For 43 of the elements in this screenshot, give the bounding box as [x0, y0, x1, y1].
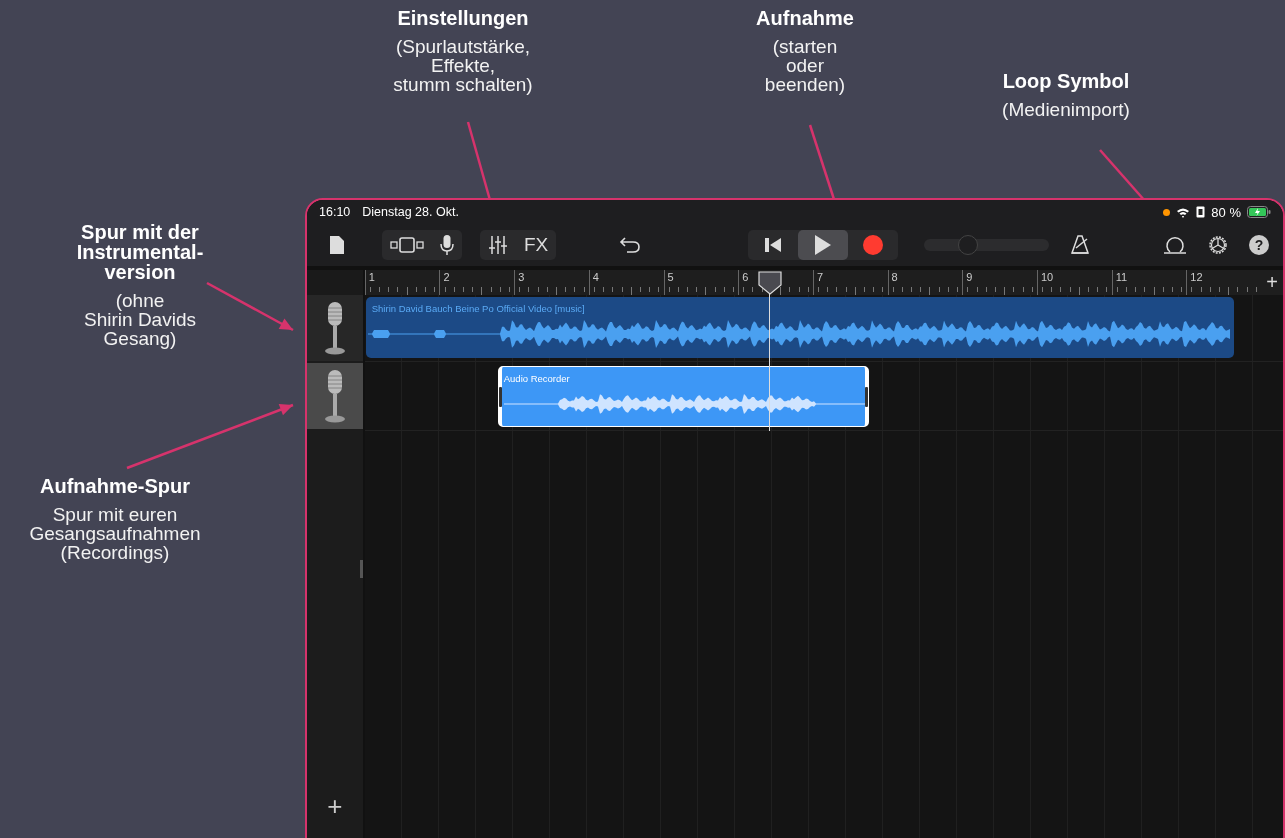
bar-number: 8	[891, 271, 898, 283]
region-name: Audio Recorder	[503, 373, 570, 384]
region-name: Shirin David Bauch Beine Po Official Video [music]	[371, 303, 585, 314]
bar-number: 11	[1115, 271, 1128, 283]
battery-percent: 80 %	[1211, 204, 1241, 220]
bar-number: 12	[1190, 271, 1203, 283]
microphone-icon	[323, 369, 346, 423]
callout-text: Spur mit euren Gesangsaufnahmen (Recordings)	[29, 505, 201, 562]
play-icon[interactable]	[798, 230, 849, 260]
bar-number: 10	[1040, 271, 1054, 283]
volume-thumb[interactable]	[958, 235, 979, 255]
bar-number: 1	[368, 271, 375, 283]
callout-title: Loop Symbol	[1002, 71, 1130, 91]
bar-number: 5	[667, 271, 674, 283]
callout-text: (starten oder beenden)	[764, 37, 846, 94]
trim-handle[interactable]	[864, 387, 868, 407]
bar-number: 6	[742, 271, 749, 283]
trim-handle[interactable]	[498, 387, 502, 407]
callout-title: Aufnahme	[756, 8, 854, 28]
callout-title: Spur mit der Instrumental- version	[76, 222, 204, 282]
bar-number: 4	[592, 271, 599, 283]
callout-title: Einstellungen	[397, 8, 529, 28]
bar-number: 3	[518, 271, 525, 283]
callout-text: (Spurlautstärke, Effekte, stumm schalten)	[393, 37, 533, 94]
bar-number: 2	[443, 271, 450, 283]
callout-text: (ohne Shirin Davids Gesang)	[84, 291, 196, 348]
status-date: Dienstag 28. Okt.	[362, 205, 459, 219]
status-time: 16:10	[319, 205, 351, 219]
mic-indicator-icon	[1163, 208, 1171, 216]
add-track-button[interactable]: +	[321, 791, 349, 822]
microphone-icon	[323, 301, 346, 355]
audio-region[interactable]: Shirin David Bauch Beine Po Official Video [music]	[365, 297, 1234, 358]
playhead-handle-icon[interactable]	[757, 271, 782, 295]
wifi-icon	[1176, 206, 1191, 218]
bar-number: 9	[966, 271, 973, 283]
callout-text: (Medienimport)	[1002, 100, 1130, 119]
resize-handle[interactable]	[359, 560, 363, 578]
callout-title: Aufnahme-Spur	[40, 476, 190, 496]
battery-icon	[1247, 206, 1271, 218]
add-section-button[interactable]: +	[1261, 270, 1283, 295]
volume-slider[interactable]	[924, 234, 1050, 256]
help-button[interactable]: ?	[1249, 235, 1269, 255]
bar-number: 7	[816, 271, 823, 283]
